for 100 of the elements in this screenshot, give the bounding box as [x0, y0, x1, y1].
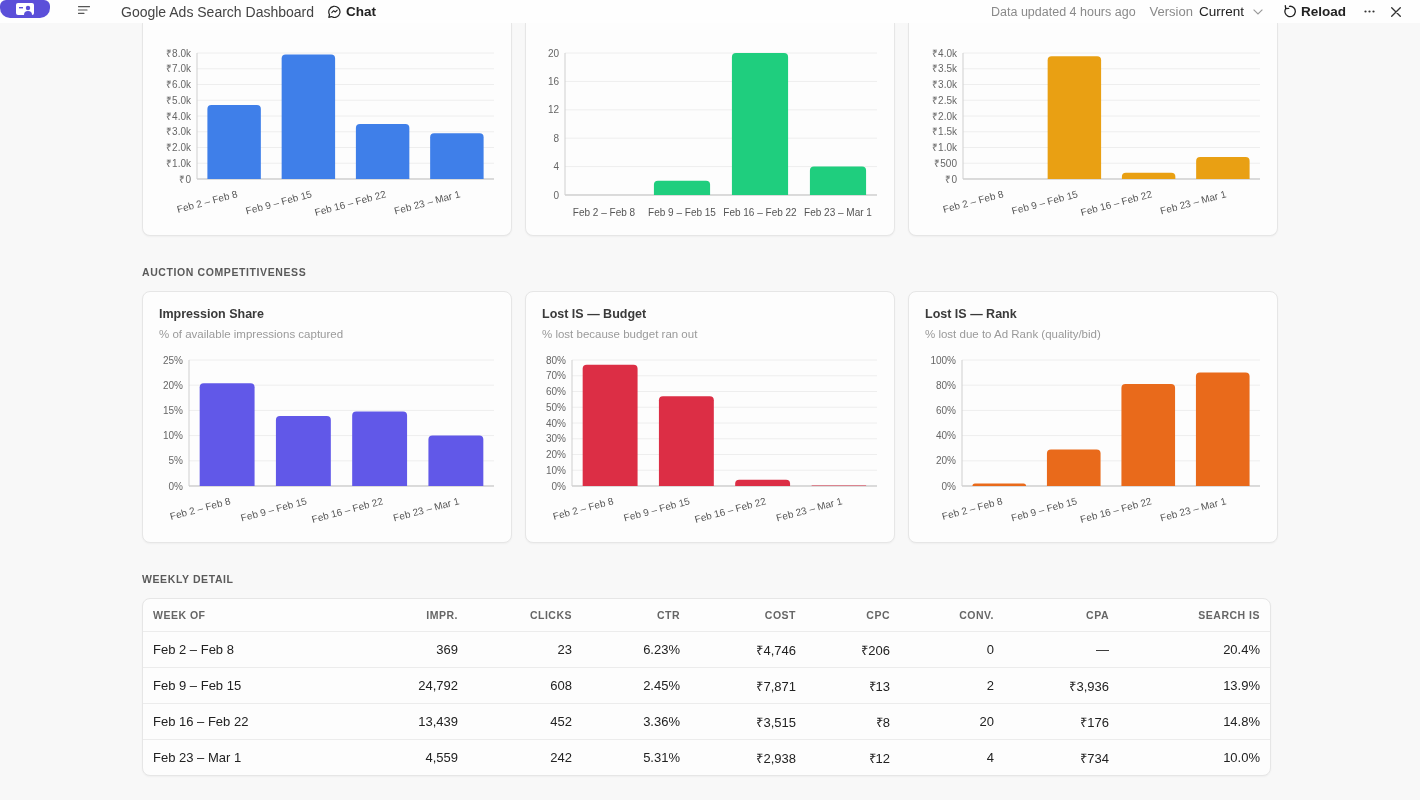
- table-cell-text: Feb 9 – Feb 15: [152, 678, 243, 693]
- column-header: CPA: [1085, 609, 1110, 621]
- chevron-down-icon: [1253, 8, 1263, 15]
- chat-button[interactable]: Chat: [328, 4, 376, 19]
- table-cell-text: 4: [985, 750, 995, 765]
- y-axis-label: 80%: [936, 379, 956, 391]
- y-axis-label: 40%: [936, 430, 956, 442]
- table-cell-text: ₹2,938: [755, 749, 797, 767]
- chart-bar: [1196, 156, 1250, 179]
- reload-button[interactable]: Reload: [1283, 4, 1346, 19]
- x-axis-label: Feb 16 – Feb 22: [1079, 495, 1153, 525]
- table-cell-text: 20: [978, 714, 995, 729]
- chart-bar: [428, 435, 484, 486]
- menu-button[interactable]: [78, 5, 90, 14]
- x-axis-label: Feb 23 – Mar 1: [1158, 495, 1228, 524]
- table-cell-text: 2.45%: [642, 678, 681, 693]
- card-title: Lost IS — Rank: [925, 306, 1018, 322]
- card-title: Lost IS — Budget: [542, 306, 648, 322]
- table-cell-text: ₹4,746: [755, 641, 797, 659]
- chart-bar: [1046, 449, 1101, 486]
- x-axis-label: Feb 23 – Mar 1: [804, 207, 872, 218]
- close-icon: [1391, 6, 1401, 17]
- x-axis-label: Feb 2 – Feb 8: [175, 188, 239, 216]
- y-axis-label: ₹1.5k: [932, 126, 957, 138]
- chart-bar: [972, 483, 1027, 486]
- table-cell-text: 14.8%: [1222, 714, 1261, 729]
- x-axis-label: Feb 9 – Feb 15: [239, 495, 308, 524]
- column-header: CTR: [655, 609, 681, 621]
- table-cell-text: 4,559: [424, 750, 459, 765]
- x-axis-label: Feb 16 – Feb 22: [310, 495, 385, 525]
- table-cell-text: ₹734: [1079, 749, 1110, 767]
- x-axis-label: Feb 2 – Feb 8: [168, 495, 232, 523]
- y-axis-label: 80%: [546, 354, 566, 366]
- y-axis-label: 16: [547, 75, 559, 87]
- y-axis-label: 0%: [551, 480, 566, 492]
- y-axis-label: 20%: [163, 379, 183, 391]
- section-heading: AUCTION COMPETITIVENESS: [142, 265, 308, 279]
- y-axis-label: 0: [553, 189, 559, 201]
- table-cell-text: ₹3,515: [755, 713, 797, 731]
- y-axis-label: 30%: [546, 433, 566, 445]
- column-header: WEEK OF: [152, 609, 207, 621]
- table-cell-text: —: [1095, 642, 1110, 657]
- y-axis-label: 4: [553, 161, 559, 173]
- y-axis-label: ₹2.0k: [166, 142, 191, 153]
- menu-icon: [78, 5, 90, 14]
- x-axis-label: Feb 16 – Feb 22: [1079, 188, 1154, 218]
- table-cell-text: 13,439: [417, 714, 459, 729]
- version-label: Version: [1149, 4, 1193, 19]
- more-button[interactable]: [1364, 10, 1375, 13]
- y-axis-label: 70%: [546, 370, 566, 382]
- table-cell-text: 20.4%: [1222, 642, 1261, 657]
- y-axis-label: ₹8.0k: [166, 47, 191, 59]
- chart-bar: [735, 479, 791, 486]
- table-cell-text: 369: [435, 642, 459, 657]
- more-icon: [1364, 10, 1375, 13]
- section-heading: WEEKLY DETAIL: [142, 572, 235, 586]
- y-axis-label: ₹3.0k: [166, 126, 191, 138]
- account-button[interactable]: [0, 0, 50, 18]
- x-axis-label: Feb 2 – Feb 8: [551, 495, 615, 523]
- y-axis-label: ₹3.0k: [932, 79, 957, 90]
- column-header: COST: [763, 609, 797, 621]
- y-axis-label: ₹500: [934, 157, 957, 169]
- chart-bar: [809, 166, 867, 195]
- table-cell-text: Feb 2 – Feb 8: [152, 642, 235, 657]
- y-axis-label: 60%: [546, 386, 566, 397]
- x-axis-label: Feb 16 – Feb 22: [313, 188, 388, 218]
- reload-icon: [1283, 5, 1296, 18]
- table-cell-text: 608: [549, 678, 573, 693]
- card-subtitle: % lost because budget ran out: [542, 327, 699, 342]
- column-header: SEARCH IS: [1197, 609, 1261, 621]
- y-axis-label: ₹2.5k: [932, 94, 957, 106]
- table-cell-text: ₹3,936: [1068, 677, 1110, 695]
- y-axis-label: ₹6.0k: [166, 79, 191, 90]
- table-cell-text: ₹176: [1079, 713, 1110, 731]
- table-cell-text: ₹8: [874, 713, 891, 731]
- y-axis-label: 50%: [546, 401, 566, 413]
- x-axis-label: Feb 23 – Mar 1: [393, 188, 462, 217]
- x-axis-label: Feb 2 – Feb 8: [940, 495, 1004, 523]
- y-axis-label: 12: [547, 104, 559, 116]
- table-cell-text: ₹13: [867, 677, 891, 695]
- table-cell-text: 2: [985, 678, 995, 693]
- x-axis-label: Feb 2 – Feb 8: [941, 188, 1005, 216]
- y-axis-label: 10%: [163, 430, 183, 442]
- column-header: CLICKS: [528, 609, 573, 621]
- chat-bubble-icon: [328, 5, 341, 18]
- table-cell-text: ₹206: [860, 641, 891, 659]
- x-axis-label: Feb 23 – Mar 1: [1159, 188, 1228, 217]
- table-cell-text: 6.23%: [642, 642, 681, 657]
- table-cell-text: 452: [549, 714, 573, 729]
- x-axis-label: Feb 9 – Feb 15: [622, 495, 691, 524]
- close-button[interactable]: [1391, 6, 1401, 17]
- y-axis-label: 20%: [546, 449, 566, 460]
- y-axis-label: ₹1.0k: [166, 157, 191, 169]
- chart-bar: [430, 133, 484, 179]
- update-status-text: Data updated 4 hours ago: [991, 4, 1136, 19]
- y-axis-label: 0%: [941, 480, 956, 492]
- table-cell-text: 3.36%: [642, 714, 681, 729]
- y-axis-label: ₹4.0k: [166, 110, 191, 122]
- version-dropdown[interactable]: Current: [1198, 4, 1263, 19]
- table-cell-text: ₹12: [867, 749, 891, 767]
